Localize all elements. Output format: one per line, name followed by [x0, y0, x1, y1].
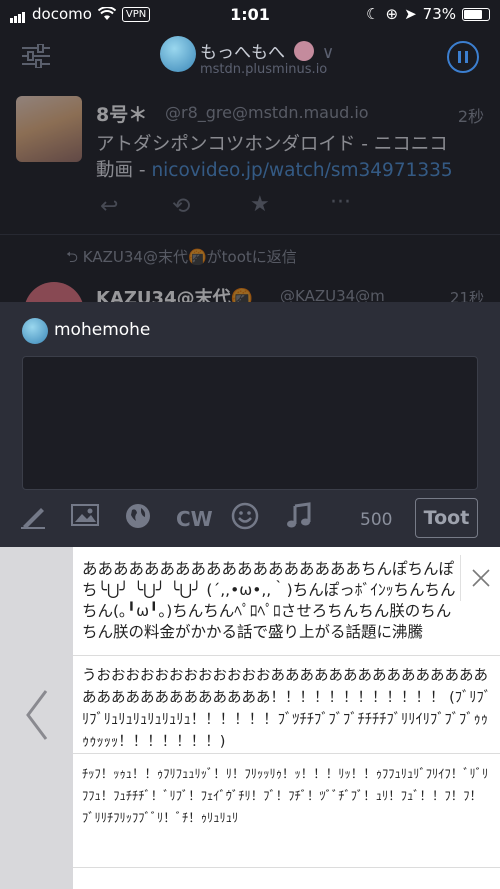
- suggestion-item[interactable]: うおおおおおおおおおおおおあああああああああああああああああああああああああああ…: [82, 665, 494, 753]
- post2-time: 21秒: [449, 289, 484, 302]
- chevron-down-icon: ∨: [321, 43, 335, 63]
- reply-icon[interactable]: ↩: [100, 194, 118, 219]
- music-icon[interactable]: [284, 502, 314, 536]
- reply-notice: ⮌ KAZU34@末代🍘がtootに返信: [66, 246, 297, 272]
- post-content: アトダシポンコツホンダロイド - ニコニコ 動画 - nicovideo.jp/…: [96, 132, 486, 184]
- chevron-left-icon: [26, 690, 48, 740]
- post2-handle: @KAZU34@m: [280, 287, 385, 302]
- divider: [73, 655, 500, 656]
- reply-arrow-icon: ⮌: [66, 248, 83, 266]
- post-avatar[interactable]: [16, 96, 82, 162]
- favourite-icon[interactable]: ★: [250, 192, 270, 217]
- status-bar: docomo VPN 1:01 ☾ ⊕ ➤ 73%: [0, 0, 500, 30]
- post-text-prefix: 動画 -: [96, 160, 152, 181]
- close-suggestions-button[interactable]: [460, 555, 500, 601]
- toot-button[interactable]: Toot: [415, 498, 478, 538]
- suggestion-back-button[interactable]: [0, 547, 73, 889]
- suggestion-item[interactable]: ああああああああああああああああああちんぽちんぽち╰⋃╯ ╰⋃╯ ╰⋃╯ (´,…: [82, 559, 462, 643]
- close-icon: [472, 569, 490, 587]
- post2-avatar[interactable]: [24, 282, 84, 302]
- moon-icon: ☾: [366, 5, 380, 23]
- settings-sliders-icon[interactable]: [22, 44, 50, 68]
- compose-textarea[interactable]: [22, 356, 478, 490]
- account-avatar[interactable]: [160, 36, 196, 72]
- account-switcher[interactable]: もっへもへ ∨: [200, 38, 334, 63]
- divider: [73, 867, 500, 868]
- pause-stream-button[interactable]: [447, 41, 479, 73]
- location-icon: ➤: [404, 5, 417, 23]
- battery-icon: [462, 7, 490, 21]
- compose-panel: mohemohe CW 500 Toot: [0, 302, 500, 547]
- app-header: もっへもへ ∨ mstdn.plusminus.io: [0, 30, 500, 86]
- composer-avatar: [22, 318, 48, 344]
- boost-icon[interactable]: ⟲: [172, 194, 190, 219]
- cw-toggle[interactable]: CW: [176, 507, 213, 541]
- composer-username: mohemohe: [54, 320, 151, 340]
- post-time: 2秒: [457, 107, 484, 126]
- character-counter: 500: [360, 510, 393, 530]
- account-name: もっへもへ: [200, 43, 285, 63]
- timeline[interactable]: 8号＊ @r8_gre@mstdn.maud.io 2秒 アトダシポンコツホンダ…: [0, 86, 500, 302]
- instance-domain: mstdn.plusminus.io: [200, 62, 328, 77]
- image-icon[interactable]: [70, 502, 100, 536]
- pause-icon: [458, 51, 468, 63]
- suggestion-item[interactable]: ﾁｯﾌ！ｯｩｭ！！ｩﾌﾘﾌｭｭﾘｯﾞ！ﾘ！ﾌﾘｯｯﾘｩ！ｯ！！！ﾘｯ！！ｩﾌﾌｭ…: [82, 763, 494, 829]
- more-icon[interactable]: ···: [330, 190, 351, 215]
- globe-icon[interactable]: [123, 502, 153, 536]
- suggestion-panel: ああああああああああああああああああちんぽちんぽち╰⋃╯ ╰⋃╯ ╰⋃╯ (´,…: [0, 547, 500, 889]
- rotation-lock-icon: ⊕: [385, 5, 399, 23]
- post-handle: @r8_gre@mstdn.maud.io: [165, 103, 369, 122]
- divider: [0, 234, 500, 235]
- post-display-name[interactable]: 8号＊: [96, 100, 147, 127]
- divider: [73, 753, 500, 754]
- battery-percent: 73%: [422, 5, 456, 23]
- emoji-icon: [294, 41, 315, 61]
- post-text-line: アトダシポンコツホンダロイド - ニコニコ: [96, 134, 448, 155]
- post2-display-name[interactable]: KAZU34@末代🍘: [96, 284, 253, 302]
- post-link[interactable]: nicovideo.jp/watch/sm34971335: [151, 160, 452, 181]
- reply-notice-text: KAZU34@末代🍘がtootに返信: [82, 248, 297, 266]
- draw-icon[interactable]: [18, 502, 48, 536]
- emoji-picker-icon[interactable]: [230, 502, 260, 536]
